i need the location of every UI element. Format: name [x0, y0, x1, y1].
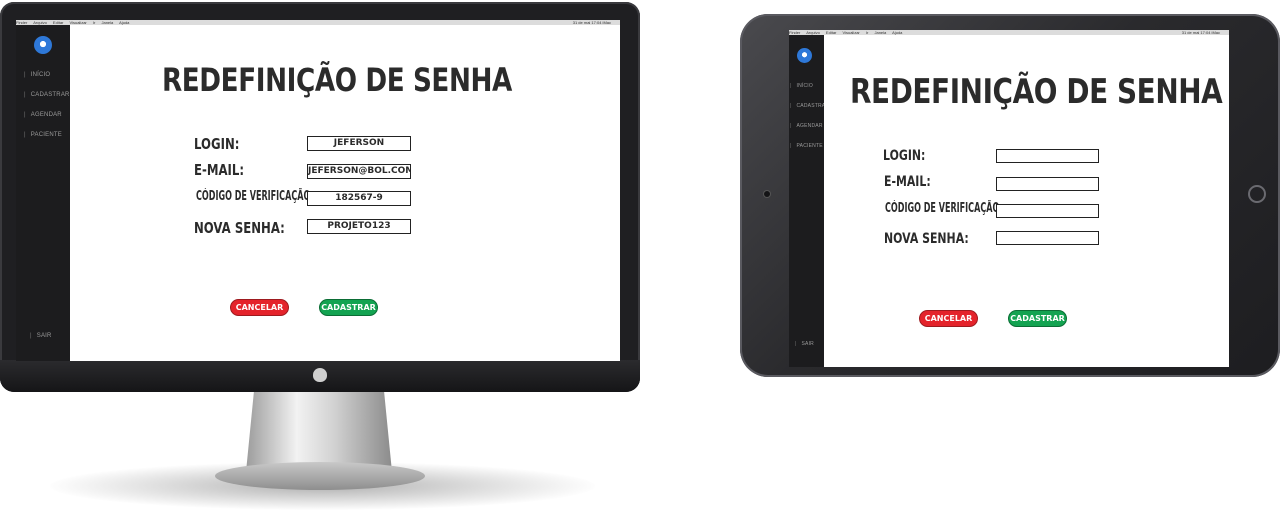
tablet-home-button[interactable]	[1248, 185, 1266, 203]
apple-logo-icon	[313, 368, 327, 382]
tablet-screen: Finder Arquivo Editar Visualizar Ir Jane…	[789, 30, 1229, 367]
verification-code-field[interactable]	[996, 204, 1099, 218]
submit-button[interactable]: CADASTRAR	[1008, 310, 1067, 327]
sidebar-item-paciente[interactable]: PACIENTE	[790, 143, 823, 149]
tablet-sidebar: INÍCIO CADASTRAR AGENDAR PACIENTE SAIR	[789, 35, 829, 367]
verification-code-label: CÓDIGO DE VERIFICAÇÃO :	[196, 189, 317, 204]
sidebar-item-agendar[interactable]: AGENDAR	[790, 123, 823, 129]
cancel-button[interactable]: CANCELAR	[919, 310, 978, 327]
sidebar-item-sair[interactable]: SAIR	[795, 341, 814, 347]
desktop-form-panel: REDEFINIÇÃO DE SENHA LOGIN: JEFERSON E-M…	[70, 25, 620, 361]
new-password-label: NOVA SENHA:	[194, 219, 285, 237]
sidebar-item-sair[interactable]: SAIR	[30, 333, 52, 339]
email-field[interactable]: JEFERSON@BOL.COM	[307, 164, 411, 179]
verification-code-label: CÓDIGO DE VERIFICAÇÃO :	[885, 201, 1006, 216]
tablet-form-panel: REDEFINIÇÃO DE SENHA LOGIN: E-MAIL: CÓDI…	[824, 35, 1229, 367]
sidebar-item-agendar[interactable]: AGENDAR	[24, 112, 62, 118]
tooth-icon	[797, 48, 812, 63]
verification-code-field[interactable]: 182567-9	[307, 191, 411, 206]
new-password-label: NOVA SENHA:	[884, 231, 969, 247]
tablet-camera	[764, 191, 770, 197]
desktop-sidebar: INÍCIO CADASTRAR AGENDAR PACIENTE SAIR	[16, 25, 70, 361]
page-title: REDEFINIÇÃO DE SENHA	[162, 61, 512, 99]
email-field[interactable]	[996, 177, 1099, 191]
submit-button[interactable]: CADASTRAR	[319, 299, 378, 316]
cancel-button[interactable]: CANCELAR	[230, 299, 289, 316]
login-field[interactable]: JEFERSON	[307, 136, 411, 151]
sidebar-item-cadastrar[interactable]: CADASTRAR	[24, 92, 70, 98]
login-label: LOGIN:	[194, 135, 240, 153]
new-password-field[interactable]: PROJETO123	[307, 219, 411, 234]
login-field[interactable]	[996, 149, 1099, 163]
sidebar-item-inicio[interactable]: INÍCIO	[24, 72, 50, 78]
monitor-stand-base	[215, 462, 425, 490]
page-title: REDEFINIÇÃO DE SENHA	[850, 72, 1223, 112]
login-label: LOGIN:	[883, 148, 926, 164]
new-password-field[interactable]	[996, 231, 1099, 245]
tooth-icon	[34, 36, 52, 54]
sidebar-item-inicio[interactable]: INÍCIO	[790, 83, 813, 89]
sidebar-item-paciente[interactable]: PACIENTE	[24, 132, 62, 138]
email-label: E-MAIL:	[884, 174, 931, 190]
email-label: E-MAIL:	[194, 161, 245, 179]
desktop-screen: Finder Arquivo Editar Visualizar Ir Jane…	[16, 20, 620, 361]
